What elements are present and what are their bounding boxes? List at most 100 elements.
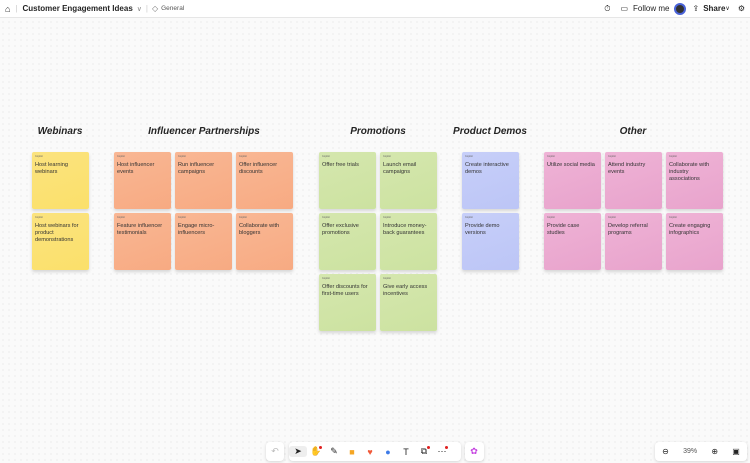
shapes-icon[interactable]: ⧉ bbox=[415, 446, 433, 457]
note-author: Copilot bbox=[117, 216, 125, 219]
note-author: Copilot bbox=[322, 277, 330, 280]
sticky-note[interactable]: Copilot Engage micro-influencers bbox=[175, 213, 232, 270]
note-author: Copilot bbox=[608, 216, 616, 219]
sticky-note[interactable]: Copilot Run influencer campaigns bbox=[175, 152, 232, 209]
fit-to-screen-icon[interactable]: ▣ bbox=[732, 447, 740, 456]
copilot-button[interactable]: ✿ bbox=[465, 442, 484, 461]
tag-icon: ◇ bbox=[151, 4, 159, 13]
note-author: Copilot bbox=[239, 155, 247, 158]
sticky-note[interactable]: Copilot Feature influencer testimonials bbox=[114, 213, 171, 270]
pen-tool-icon[interactable]: ✎ bbox=[325, 446, 343, 457]
note-author: Copilot bbox=[35, 216, 43, 219]
group-heading[interactable]: Other bbox=[553, 126, 713, 137]
sticky-note[interactable]: Copilot Utilize social media bbox=[544, 152, 601, 209]
note-author: Copilot bbox=[322, 155, 330, 158]
note-text: Offer influencer discounts bbox=[239, 162, 278, 175]
follow-me-button[interactable]: Follow me bbox=[633, 4, 669, 13]
board-title[interactable]: Customer Engagement Ideas bbox=[23, 4, 133, 13]
note-author: Copilot bbox=[669, 216, 677, 219]
avatar[interactable] bbox=[674, 2, 687, 15]
undo-button[interactable]: ↶ bbox=[266, 442, 284, 461]
select-tool-icon[interactable]: ➤ bbox=[289, 446, 307, 457]
sticky-note[interactable]: Copilot Create interactive demos bbox=[462, 152, 519, 209]
note-author: Copilot bbox=[669, 155, 677, 158]
sticky-note[interactable]: Copilot Attend industry events bbox=[605, 152, 662, 209]
note-author: Copilot bbox=[383, 155, 391, 158]
note-author: Copilot bbox=[117, 155, 125, 158]
home-icon[interactable]: ⌂ bbox=[5, 4, 10, 14]
sticky-note[interactable]: Copilot Host learning webinars bbox=[32, 152, 89, 209]
sticky-note[interactable]: Copilot Collaborate with bloggers bbox=[236, 213, 293, 270]
sticky-note[interactable]: Copilot Provide case studies bbox=[544, 213, 601, 270]
share-icon[interactable]: ⇪ bbox=[692, 4, 699, 13]
note-text: Feature influencer testimonials bbox=[117, 223, 163, 236]
sticky-note[interactable]: Copilot Offer free trials bbox=[319, 152, 376, 209]
sticky-note[interactable]: Copilot Offer exclusive promotions bbox=[319, 213, 376, 270]
note-author: Copilot bbox=[608, 155, 616, 158]
sticky-note[interactable]: Copilot Launch email campaigns bbox=[380, 152, 437, 209]
reaction-heart-icon[interactable]: ♥ bbox=[361, 447, 379, 457]
note-author: Copilot bbox=[239, 216, 247, 219]
zoom-in-icon[interactable]: ⊕ bbox=[711, 447, 718, 456]
hand-tool-icon[interactable]: ✋ bbox=[307, 446, 325, 457]
note-text: Collaborate with bloggers bbox=[239, 223, 280, 236]
note-text: Offer free trials bbox=[322, 162, 359, 168]
note-author: Copilot bbox=[178, 216, 186, 219]
chevron-down-icon[interactable]: ∨ bbox=[725, 5, 729, 12]
sticky-note-icon[interactable]: ■ bbox=[343, 447, 361, 457]
group-heading[interactable]: Webinars bbox=[0, 126, 140, 137]
note-author: Copilot bbox=[547, 155, 555, 158]
sticky-note[interactable]: Copilot Host webinars for product demonst… bbox=[32, 213, 89, 270]
more-icon[interactable]: ⋯ bbox=[433, 446, 451, 457]
share-button[interactable]: Share bbox=[703, 4, 725, 13]
comment-icon[interactable]: ● bbox=[379, 447, 397, 457]
sticky-note[interactable]: Copilot Offer influencer discounts bbox=[236, 152, 293, 209]
present-icon[interactable]: ▭ bbox=[620, 4, 628, 13]
note-text: Launch email campaigns bbox=[383, 162, 417, 175]
settings-icon[interactable]: ⚙ bbox=[738, 4, 745, 13]
note-text: Provide case studies bbox=[547, 223, 580, 236]
note-text: Create interactive demos bbox=[465, 162, 509, 175]
toolbar: ➤ ✋ ✎ ■ ♥ ● T ⧉ ⋯ bbox=[289, 442, 461, 461]
channel-label[interactable]: General bbox=[161, 5, 184, 12]
note-author: Copilot bbox=[35, 155, 43, 158]
group-heading[interactable]: Influencer Partnerships bbox=[124, 126, 284, 137]
note-author: Copilot bbox=[465, 216, 473, 219]
note-text: Introduce money-back guarantees bbox=[383, 223, 427, 236]
zoom-controls: ⊖ 39% ⊕ ▣ bbox=[655, 442, 747, 461]
group-heading[interactable]: Product Demos bbox=[410, 126, 570, 137]
sticky-note[interactable]: Copilot Develop referral programs bbox=[605, 213, 662, 270]
zoom-level[interactable]: 39% bbox=[683, 448, 697, 455]
sticky-note[interactable]: Copilot Host influencer events bbox=[114, 152, 171, 209]
note-text: Offer exclusive promotions bbox=[322, 223, 359, 236]
note-text: Give early access incentives bbox=[383, 284, 428, 297]
note-author: Copilot bbox=[322, 216, 330, 219]
zoom-out-icon[interactable]: ⊖ bbox=[662, 447, 669, 456]
chevron-down-icon[interactable]: ∨ bbox=[137, 5, 142, 13]
sticky-note[interactable]: Copilot Offer discounts for first-time us… bbox=[319, 274, 376, 331]
top-bar: ⌂ | Customer Engagement Ideas ∨ | ◇ Gene… bbox=[0, 0, 750, 18]
note-text: Attend industry events bbox=[608, 162, 646, 175]
note-text: Provide demo versions bbox=[465, 223, 500, 236]
sticky-note[interactable]: Copilot Give early access incentives bbox=[380, 274, 437, 331]
note-author: Copilot bbox=[547, 216, 555, 219]
note-text: Utilize social media bbox=[547, 162, 595, 168]
note-text: Host webinars for product demonstrations bbox=[35, 223, 79, 243]
note-text: Host learning webinars bbox=[35, 162, 68, 175]
note-author: Copilot bbox=[383, 216, 391, 219]
timer-icon[interactable]: ⏱ bbox=[604, 4, 610, 14]
sticky-note[interactable]: Copilot Provide demo versions bbox=[462, 213, 519, 270]
note-text: Develop referral programs bbox=[608, 223, 648, 236]
note-author: Copilot bbox=[465, 155, 473, 158]
note-text: Collaborate with industry associations bbox=[669, 162, 710, 182]
note-text: Run influencer campaigns bbox=[178, 162, 215, 175]
note-text: Host influencer events bbox=[117, 162, 155, 175]
sticky-note[interactable]: Copilot Collaborate with industry associa… bbox=[666, 152, 723, 209]
note-text: Offer discounts for first-time users bbox=[322, 284, 368, 297]
note-text: Engage micro-influencers bbox=[178, 223, 215, 236]
note-author: Copilot bbox=[178, 155, 186, 158]
sticky-note[interactable]: Copilot Create engaging infographics bbox=[666, 213, 723, 270]
text-tool-icon[interactable]: T bbox=[397, 447, 415, 457]
sticky-note[interactable]: Copilot Introduce money-back guarantees bbox=[380, 213, 437, 270]
copilot-icon: ✿ bbox=[470, 446, 478, 456]
